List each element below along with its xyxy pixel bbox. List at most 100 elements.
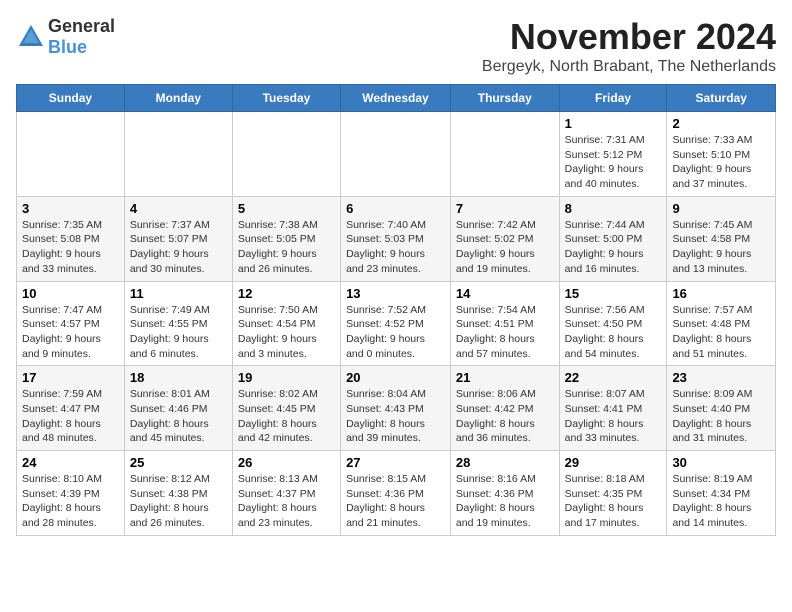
calendar-cell: 24 Sunrise: 8:10 AM Sunset: 4:39 PM Dayli… [17, 451, 125, 536]
day-info: Sunrise: 7:47 AM Sunset: 4:57 PM Dayligh… [22, 303, 119, 362]
weekday-header-row: SundayMondayTuesdayWednesdayThursdayFrid… [17, 85, 776, 112]
day-number: 2 [672, 116, 770, 131]
day-number: 10 [22, 286, 119, 301]
title-section: November 2024 Bergeyk, North Brabant, Th… [482, 16, 776, 76]
day-info: Sunrise: 7:33 AM Sunset: 5:10 PM Dayligh… [672, 133, 770, 192]
day-info: Sunrise: 8:09 AM Sunset: 4:40 PM Dayligh… [672, 387, 770, 446]
day-info: Sunrise: 7:45 AM Sunset: 4:58 PM Dayligh… [672, 218, 770, 277]
calendar-cell: 6 Sunrise: 7:40 AM Sunset: 5:03 PM Daylig… [341, 196, 451, 281]
day-number: 17 [22, 370, 119, 385]
calendar-cell: 20 Sunrise: 8:04 AM Sunset: 4:43 PM Dayli… [341, 366, 451, 451]
calendar-cell: 19Sunrise: 8:02 AM Sunset: 4:45 PM Dayli… [232, 366, 340, 451]
day-info: Sunrise: 8:13 AM Sunset: 4:37 PM Dayligh… [238, 472, 335, 531]
day-number: 30 [672, 455, 770, 470]
day-info: Sunrise: 7:50 AM Sunset: 4:54 PM Dayligh… [238, 303, 335, 362]
weekday-header: Thursday [450, 85, 559, 112]
header: General Blue November 2024 Bergeyk, Nort… [16, 16, 776, 76]
day-info: Sunrise: 7:54 AM Sunset: 4:51 PM Dayligh… [456, 303, 554, 362]
calendar-cell [17, 112, 125, 197]
day-info: Sunrise: 7:57 AM Sunset: 4:48 PM Dayligh… [672, 303, 770, 362]
day-number: 14 [456, 286, 554, 301]
day-number: 20 [346, 370, 445, 385]
calendar-cell: 17 Sunrise: 7:59 AM Sunset: 4:47 PM Dayli… [17, 366, 125, 451]
calendar-week-row: 10 Sunrise: 7:47 AM Sunset: 4:57 PM Dayli… [17, 281, 776, 366]
calendar-cell: 15 Sunrise: 7:56 AM Sunset: 4:50 PM Dayli… [559, 281, 667, 366]
day-number: 8 [565, 201, 662, 216]
day-info: Sunrise: 8:04 AM Sunset: 4:43 PM Dayligh… [346, 387, 445, 446]
location-title: Bergeyk, North Brabant, The Netherlands [482, 58, 776, 76]
calendar-cell: 16 Sunrise: 7:57 AM Sunset: 4:48 PM Dayli… [667, 281, 776, 366]
calendar-cell: 2 Sunrise: 7:33 AM Sunset: 5:10 PM Daylig… [667, 112, 776, 197]
calendar-cell: 29 Sunrise: 8:18 AM Sunset: 4:35 PM Dayli… [559, 451, 667, 536]
day-info: Sunrise: 7:52 AM Sunset: 4:52 PM Dayligh… [346, 303, 445, 362]
day-number: 9 [672, 201, 770, 216]
day-info: Sunrise: 7:38 AM Sunset: 5:05 PM Dayligh… [238, 218, 335, 277]
day-number: 23 [672, 370, 770, 385]
logo-text-blue: Blue [48, 37, 87, 57]
calendar-week-row: 17 Sunrise: 7:59 AM Sunset: 4:47 PM Dayli… [17, 366, 776, 451]
calendar-cell [341, 112, 451, 197]
logo-icon [16, 22, 46, 52]
calendar-cell: 30 Sunrise: 8:19 AM Sunset: 4:34 PM Dayli… [667, 451, 776, 536]
day-number: 13 [346, 286, 445, 301]
weekday-header: Monday [124, 85, 232, 112]
calendar-cell: 27Sunrise: 8:15 AM Sunset: 4:36 PM Dayli… [341, 451, 451, 536]
weekday-header: Friday [559, 85, 667, 112]
calendar-cell: 22 Sunrise: 8:07 AM Sunset: 4:41 PM Dayli… [559, 366, 667, 451]
calendar-cell: 21 Sunrise: 8:06 AM Sunset: 4:42 PM Dayli… [450, 366, 559, 451]
day-number: 7 [456, 201, 554, 216]
calendar-cell [450, 112, 559, 197]
day-number: 16 [672, 286, 770, 301]
calendar-cell: 1Sunrise: 7:31 AM Sunset: 5:12 PM Daylig… [559, 112, 667, 197]
day-number: 26 [238, 455, 335, 470]
day-info: Sunrise: 7:37 AM Sunset: 5:07 PM Dayligh… [130, 218, 227, 277]
day-info: Sunrise: 8:18 AM Sunset: 4:35 PM Dayligh… [565, 472, 662, 531]
month-title: November 2024 [482, 16, 776, 58]
day-number: 25 [130, 455, 227, 470]
calendar-cell: 28Sunrise: 8:16 AM Sunset: 4:36 PM Dayli… [450, 451, 559, 536]
day-number: 22 [565, 370, 662, 385]
day-number: 3 [22, 201, 119, 216]
day-info: Sunrise: 8:06 AM Sunset: 4:42 PM Dayligh… [456, 387, 554, 446]
day-info: Sunrise: 8:01 AM Sunset: 4:46 PM Dayligh… [130, 387, 227, 446]
day-number: 18 [130, 370, 227, 385]
day-info: Sunrise: 8:07 AM Sunset: 4:41 PM Dayligh… [565, 387, 662, 446]
day-number: 29 [565, 455, 662, 470]
weekday-header: Saturday [667, 85, 776, 112]
calendar-cell: 12 Sunrise: 7:50 AM Sunset: 4:54 PM Dayli… [232, 281, 340, 366]
day-number: 12 [238, 286, 335, 301]
day-info: Sunrise: 7:59 AM Sunset: 4:47 PM Dayligh… [22, 387, 119, 446]
weekday-header: Wednesday [341, 85, 451, 112]
calendar-week-row: 1Sunrise: 7:31 AM Sunset: 5:12 PM Daylig… [17, 112, 776, 197]
calendar-cell [232, 112, 340, 197]
day-number: 11 [130, 286, 227, 301]
weekday-header: Tuesday [232, 85, 340, 112]
day-info: Sunrise: 7:44 AM Sunset: 5:00 PM Dayligh… [565, 218, 662, 277]
day-number: 6 [346, 201, 445, 216]
day-info: Sunrise: 8:10 AM Sunset: 4:39 PM Dayligh… [22, 472, 119, 531]
day-info: Sunrise: 8:19 AM Sunset: 4:34 PM Dayligh… [672, 472, 770, 531]
calendar-cell: 4Sunrise: 7:37 AM Sunset: 5:07 PM Daylig… [124, 196, 232, 281]
calendar-table: SundayMondayTuesdayWednesdayThursdayFrid… [16, 84, 776, 536]
day-number: 15 [565, 286, 662, 301]
calendar-cell [124, 112, 232, 197]
calendar-cell: 11Sunrise: 7:49 AM Sunset: 4:55 PM Dayli… [124, 281, 232, 366]
day-number: 28 [456, 455, 554, 470]
day-number: 19 [238, 370, 335, 385]
calendar-week-row: 3Sunrise: 7:35 AM Sunset: 5:08 PM Daylig… [17, 196, 776, 281]
day-number: 24 [22, 455, 119, 470]
day-info: Sunrise: 7:31 AM Sunset: 5:12 PM Dayligh… [565, 133, 662, 192]
logo: General Blue [16, 16, 115, 58]
calendar-cell: 10 Sunrise: 7:47 AM Sunset: 4:57 PM Dayli… [17, 281, 125, 366]
calendar-cell: 14 Sunrise: 7:54 AM Sunset: 4:51 PM Dayli… [450, 281, 559, 366]
calendar-cell: 8 Sunrise: 7:44 AM Sunset: 5:00 PM Daylig… [559, 196, 667, 281]
calendar-cell: 26 Sunrise: 8:13 AM Sunset: 4:37 PM Dayli… [232, 451, 340, 536]
day-info: Sunrise: 8:12 AM Sunset: 4:38 PM Dayligh… [130, 472, 227, 531]
day-info: Sunrise: 7:40 AM Sunset: 5:03 PM Dayligh… [346, 218, 445, 277]
calendar-cell: 13 Sunrise: 7:52 AM Sunset: 4:52 PM Dayli… [341, 281, 451, 366]
calendar-cell: 9 Sunrise: 7:45 AM Sunset: 4:58 PM Daylig… [667, 196, 776, 281]
calendar-cell: 25 Sunrise: 8:12 AM Sunset: 4:38 PM Dayli… [124, 451, 232, 536]
day-info: Sunrise: 8:15 AM Sunset: 4:36 PM Dayligh… [346, 472, 445, 531]
day-number: 21 [456, 370, 554, 385]
day-info: Sunrise: 7:56 AM Sunset: 4:50 PM Dayligh… [565, 303, 662, 362]
